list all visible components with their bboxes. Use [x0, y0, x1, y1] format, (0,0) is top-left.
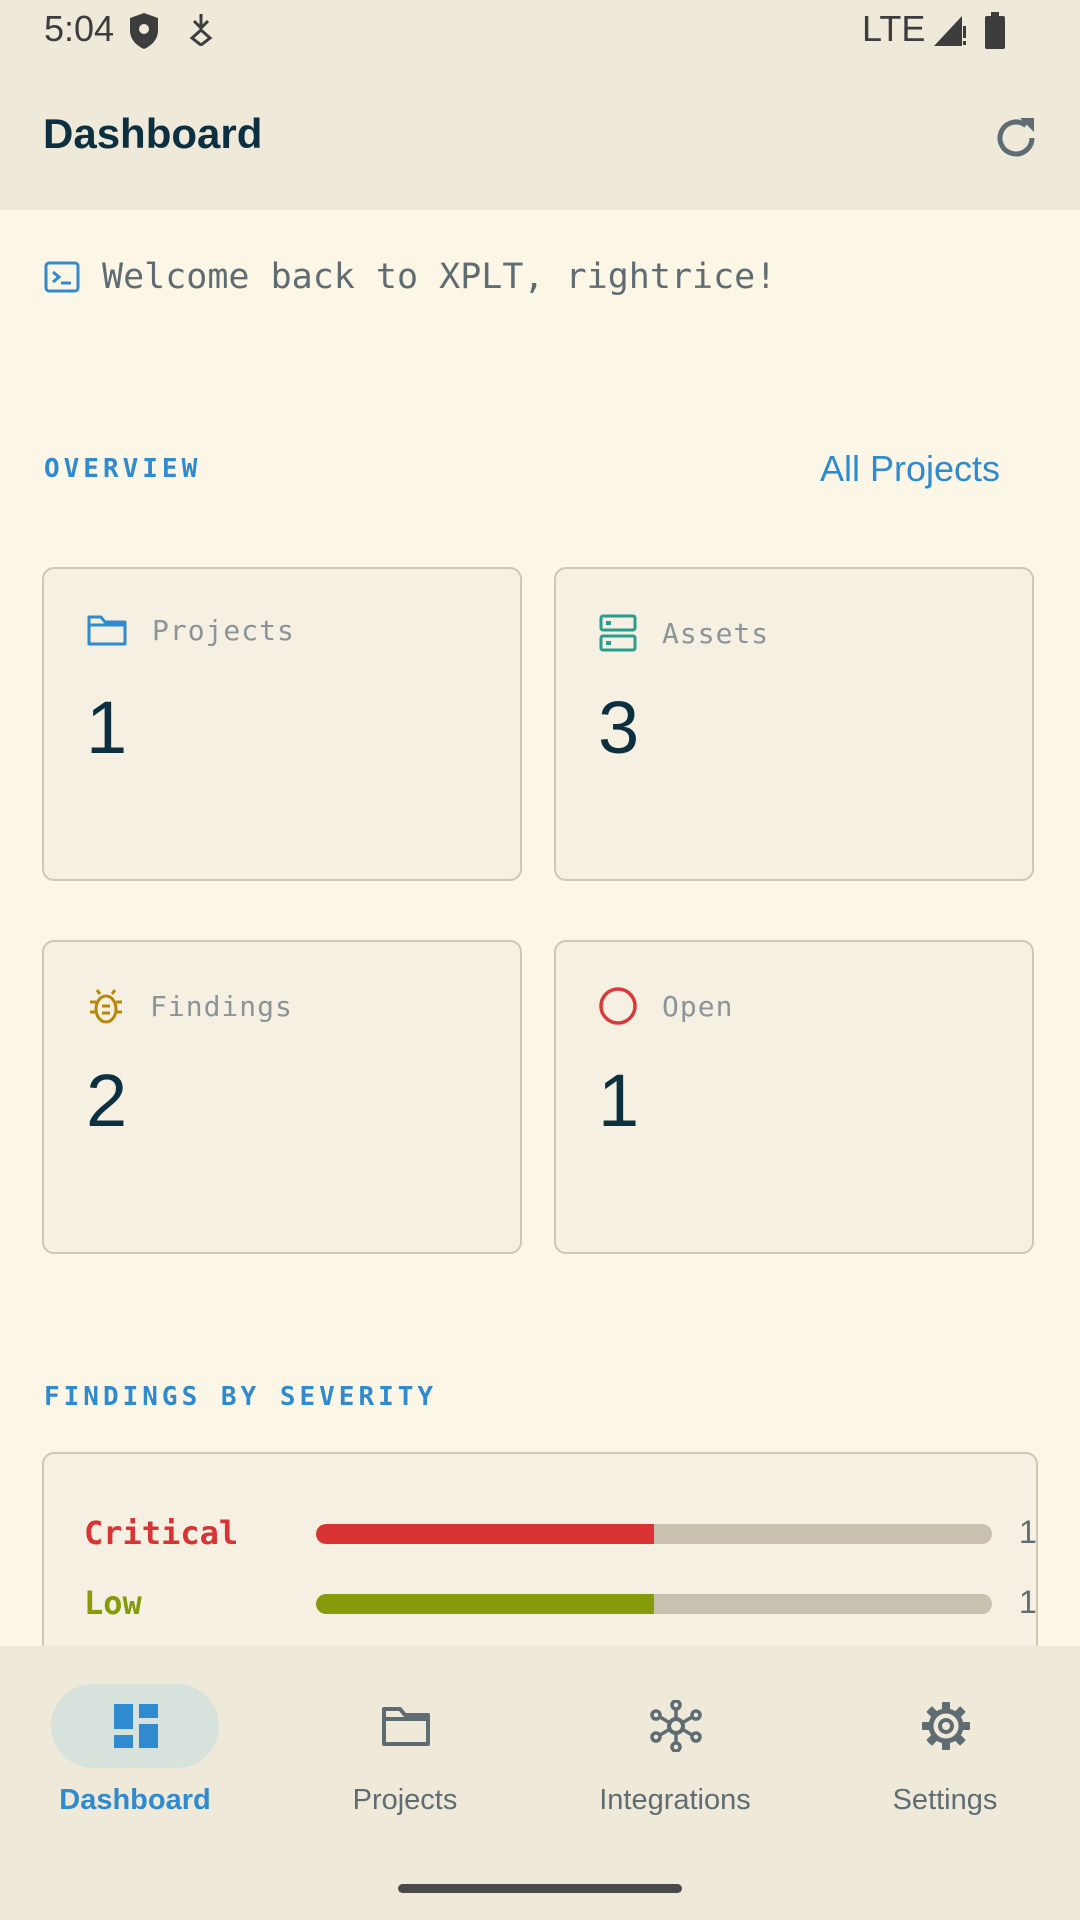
- card-label: Open: [662, 989, 734, 1023]
- nav-label: Settings: [892, 1784, 998, 1816]
- severity-label-low: Low: [84, 1584, 142, 1622]
- folder-icon: [382, 1707, 430, 1746]
- page-title: Dashboard: [43, 110, 263, 157]
- circle-icon: [599, 987, 637, 1025]
- welcome-text: Welcome back to XPLT, rightrice!: [102, 257, 777, 297]
- network-type: LTE: [862, 8, 926, 49]
- nav-settings[interactable]: Settings: [810, 1646, 1080, 1846]
- status-time: 5:04: [44, 8, 115, 49]
- severity-bar-track: [316, 1594, 992, 1614]
- assets-card[interactable]: Assets 3: [554, 567, 1034, 881]
- severity-count-low: 1: [1019, 1584, 1037, 1620]
- app-bar: Dashboard: [0, 64, 1080, 210]
- server-icon: [599, 614, 637, 652]
- overview-label: OVERVIEW: [44, 454, 202, 484]
- card-label: Projects: [152, 613, 295, 647]
- welcome-banner: Welcome back to XPLT, rightrice!: [44, 252, 776, 302]
- download-icon: [189, 14, 213, 46]
- severity-row-critical: Critical 1: [84, 1514, 1037, 1554]
- card-value: 3: [598, 686, 640, 769]
- severity-row-low: Low 1: [84, 1584, 1037, 1624]
- card-label: Assets: [662, 616, 770, 650]
- nav-integrations[interactable]: Integrations: [540, 1646, 810, 1846]
- gear-icon: [922, 1702, 970, 1750]
- bottom-navigation: Dashboard Projects Integrations Settings: [0, 1646, 1080, 1920]
- dashboard-icon: [114, 1704, 158, 1748]
- projects-card[interactable]: Projects 1: [42, 567, 522, 881]
- card-value: 1: [86, 686, 128, 769]
- severity-label-critical: Critical: [84, 1514, 239, 1552]
- card-label: Findings: [150, 989, 293, 1023]
- severity-card: Critical 1 Low 1: [42, 1452, 1038, 1672]
- hub-icon: [650, 1700, 702, 1752]
- terminal-icon: [44, 261, 80, 293]
- severity-bar-low: [316, 1594, 654, 1614]
- all-projects-link[interactable]: All Projects: [820, 448, 1000, 490]
- refresh-icon[interactable]: [990, 112, 1042, 164]
- nav-dashboard[interactable]: Dashboard: [0, 1646, 270, 1846]
- shield-icon: [130, 13, 158, 49]
- severity-label: FINDINGS BY SEVERITY: [44, 1382, 438, 1412]
- open-card[interactable]: Open 1: [554, 940, 1034, 1254]
- severity-count-critical: 1: [1019, 1514, 1037, 1550]
- nav-label: Projects: [352, 1784, 458, 1816]
- nav-label: Dashboard: [59, 1784, 211, 1816]
- signal-icon: [934, 16, 966, 46]
- card-value: 2: [86, 1059, 128, 1142]
- battery-icon: [985, 12, 1005, 49]
- nav-projects[interactable]: Projects: [270, 1646, 540, 1846]
- severity-bar-critical: [316, 1524, 654, 1544]
- folder-icon: [87, 615, 127, 646]
- card-value: 1: [598, 1059, 640, 1142]
- findings-card[interactable]: Findings 2: [42, 940, 522, 1254]
- home-indicator: [398, 1884, 682, 1893]
- nav-label: Integrations: [599, 1784, 751, 1816]
- bug-icon: [90, 989, 122, 1024]
- severity-bar-track: [316, 1524, 992, 1544]
- status-bar: 5:04 LTE: [0, 0, 1080, 64]
